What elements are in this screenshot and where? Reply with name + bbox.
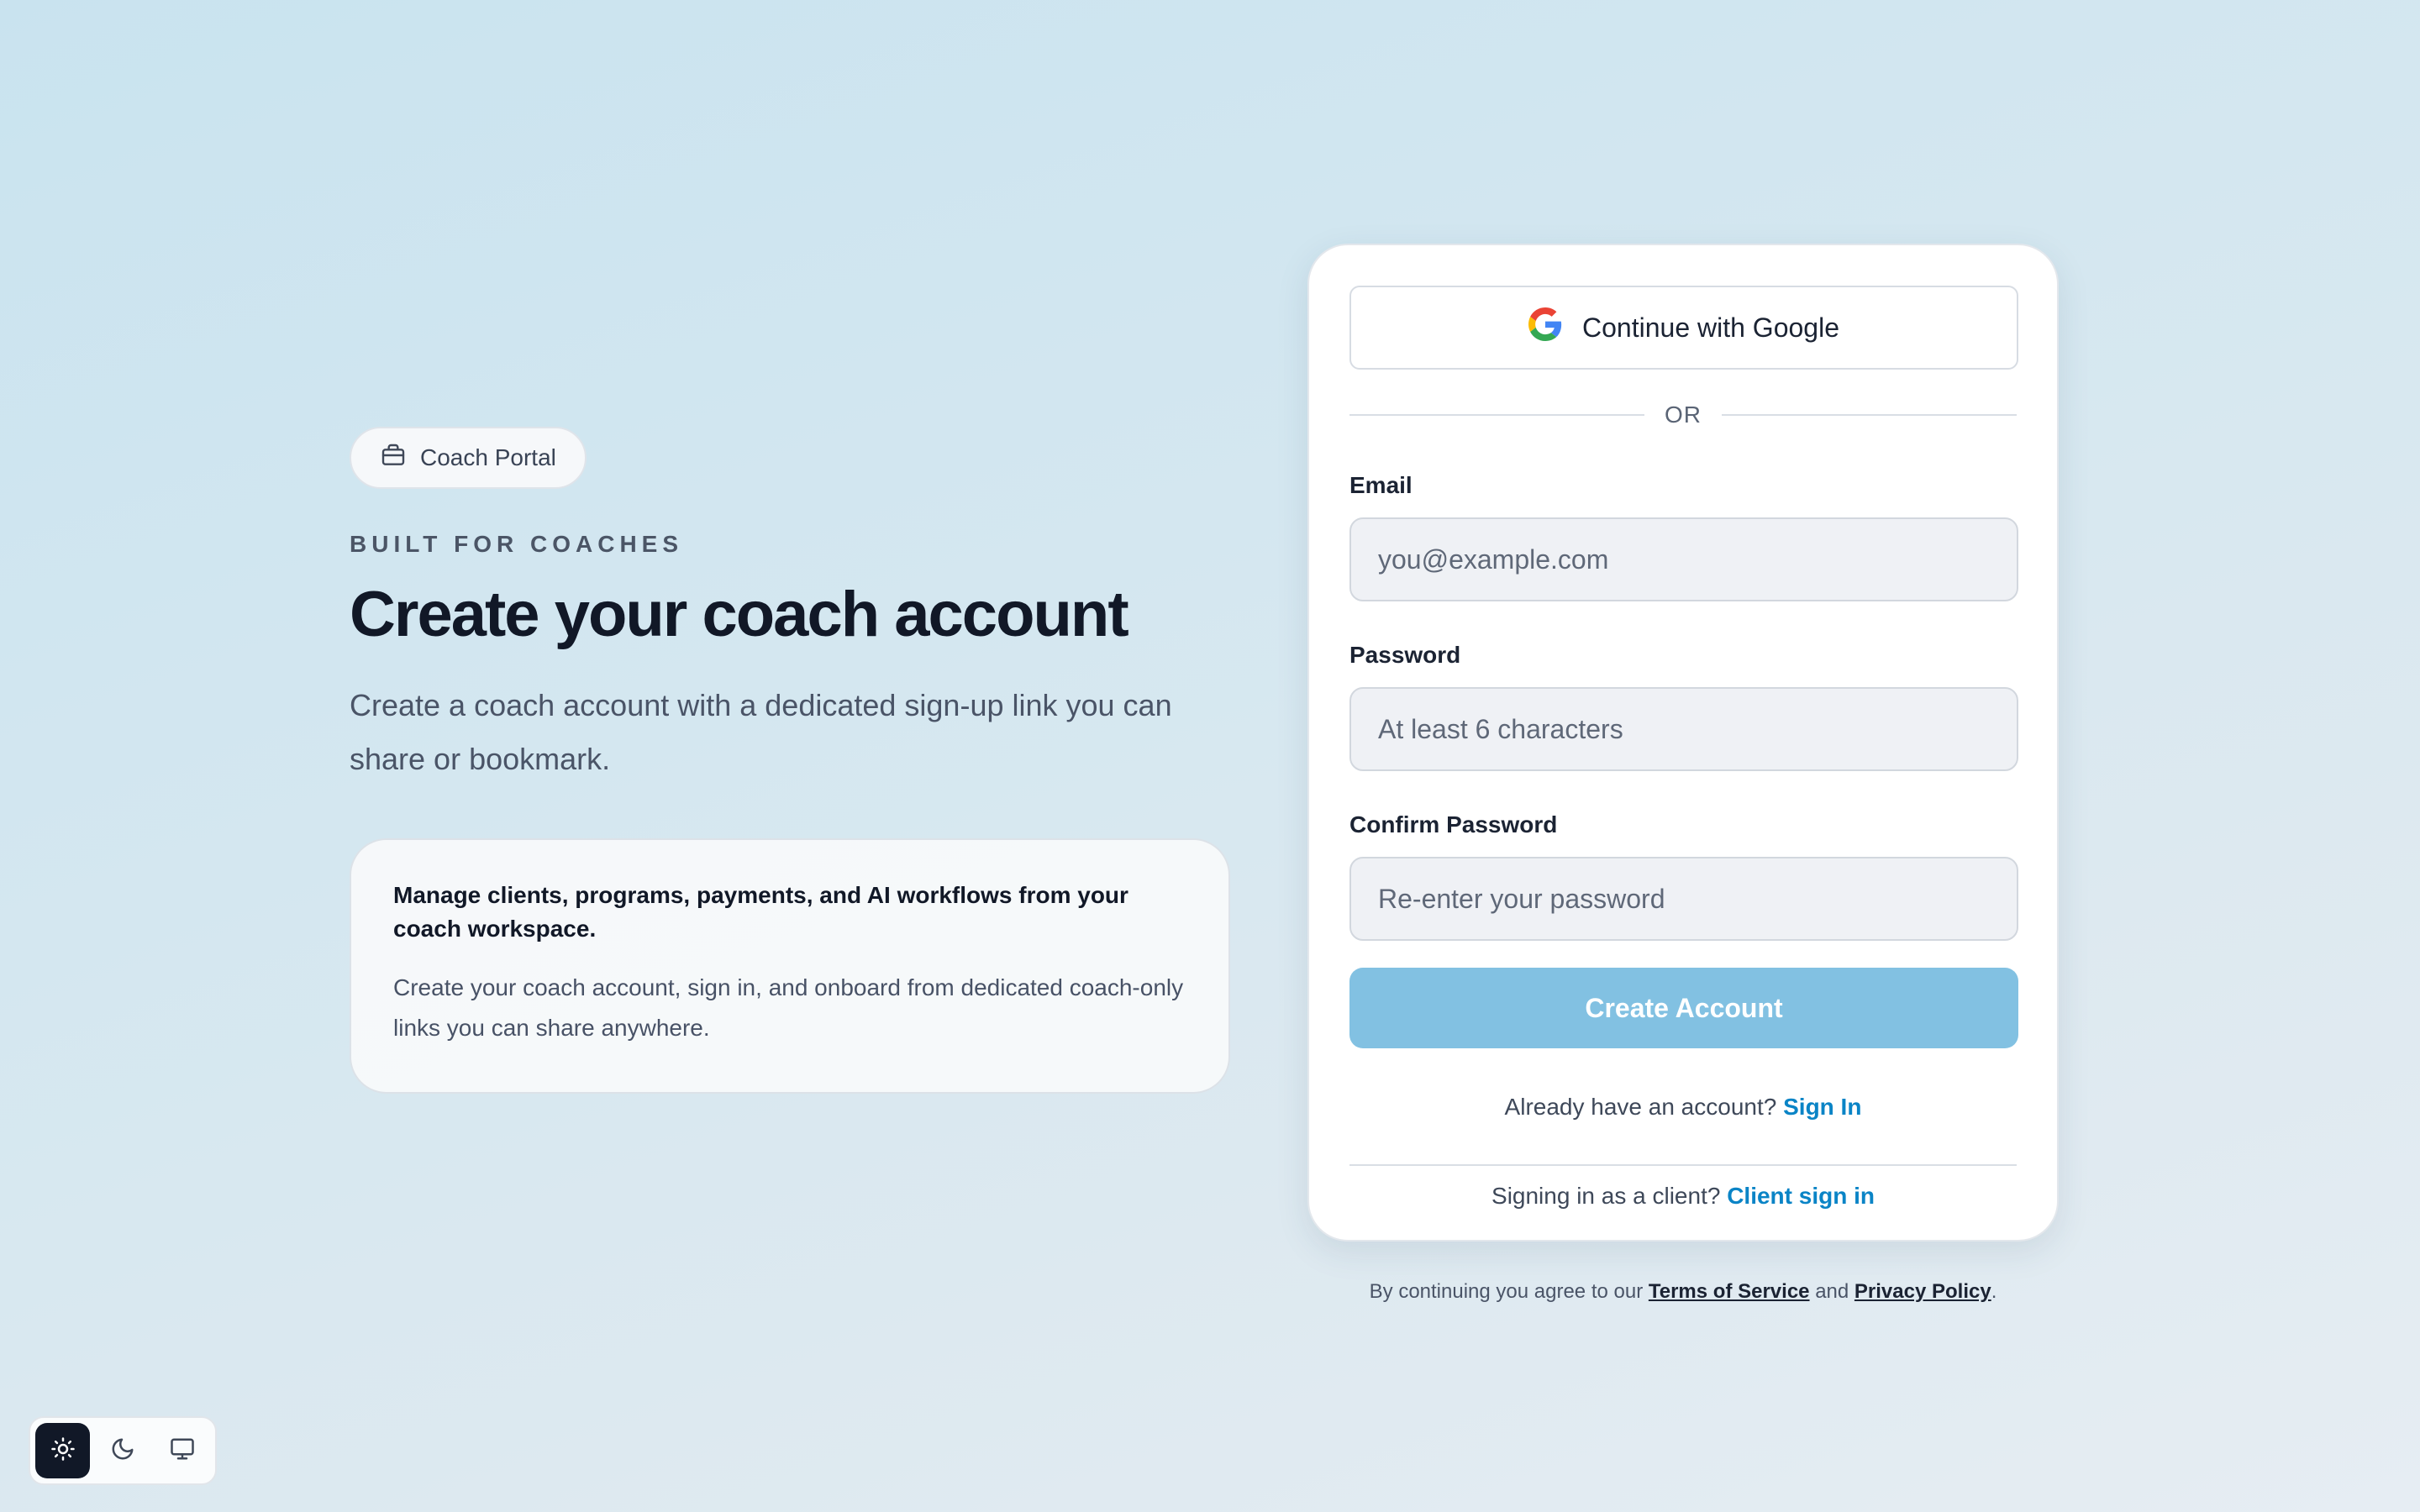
legal-prefix: By continuing you agree to our (1369, 1280, 1644, 1303)
legal-conjunction: and (1815, 1280, 1849, 1303)
page-title: Create your coach account (350, 579, 1129, 650)
confirm-password-label: Confirm Password (1349, 811, 1558, 837)
badge-label: Coach Portal (420, 444, 556, 470)
google-icon (1528, 307, 1562, 348)
continue-with-google-button[interactable]: Continue with Google (1349, 286, 2018, 370)
briefcase-icon (380, 442, 407, 475)
signup-card: Continue with Google OR Email Password C… (1307, 244, 2059, 1242)
sign-in-link[interactable]: Sign In (1783, 1094, 1861, 1120)
moon-icon (110, 1436, 135, 1466)
legal-suffix: . (1991, 1280, 1997, 1303)
divider-line-right (1722, 414, 2017, 416)
hero-section: Coach Portal BUILT FOR COACHES Create yo… (350, 427, 1232, 1094)
feature-body: Create your coach account, sign in, and … (393, 974, 1184, 1041)
email-label: Email (1349, 472, 1413, 498)
password-label: Password (1349, 642, 1461, 668)
coach-portal-badge: Coach Portal (350, 427, 587, 489)
create-account-button[interactable]: Create Account (1349, 968, 2018, 1048)
theme-light-button[interactable] (35, 1423, 91, 1478)
google-button-label: Continue with Google (1582, 312, 1839, 343)
client-signin-prompt: Signing in as a client? Client sign in (1349, 1183, 2017, 1210)
theme-switcher (29, 1416, 217, 1485)
theme-dark-button[interactable] (95, 1423, 150, 1478)
feature-card: Manage clients, programs, payments, and … (350, 837, 1230, 1094)
theme-system-button[interactable] (155, 1423, 210, 1478)
feature-title: Manage clients, programs, payments, and … (393, 881, 1128, 942)
monitor-icon (170, 1436, 195, 1466)
client-sign-in-link[interactable]: Client sign in (1727, 1183, 1875, 1209)
signin-prompt: Already have an account? Sign In (1349, 1094, 2017, 1121)
or-text: OR (1665, 402, 1702, 428)
legal-notice: By continuing you agree to our Terms of … (1307, 1280, 2059, 1304)
card-divider (1349, 1164, 2017, 1166)
client-prompt-text: Signing in as a client? (1491, 1183, 1721, 1209)
divider-line-left (1349, 414, 1644, 416)
sun-icon (50, 1436, 76, 1466)
terms-of-service-link[interactable]: Terms of Service (1649, 1280, 1810, 1303)
confirm-password-field[interactable] (1349, 857, 2018, 941)
signin-prompt-text: Already have an account? (1504, 1094, 1777, 1120)
eyebrow-text: BUILT FOR COACHES (350, 531, 684, 557)
privacy-policy-link[interactable]: Privacy Policy (1854, 1280, 1991, 1303)
or-divider: OR (1349, 400, 2017, 430)
email-field[interactable] (1349, 517, 2018, 601)
password-field[interactable] (1349, 687, 2018, 771)
page-description: Create a coach account with a dedicated … (350, 687, 1172, 776)
